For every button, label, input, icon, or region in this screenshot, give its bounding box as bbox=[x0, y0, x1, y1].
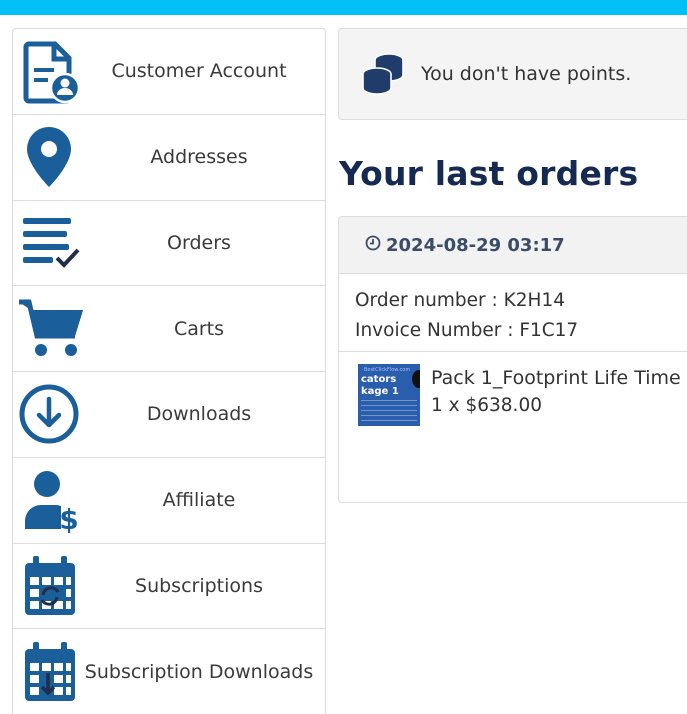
sidebar-item-downloads[interactable]: Downloads bbox=[13, 372, 325, 458]
clock-icon bbox=[365, 235, 381, 255]
sidebar-item-subscription-downloads[interactable]: Subscription Downloads bbox=[13, 629, 325, 714]
map-pin-icon bbox=[19, 124, 85, 190]
account-sidebar: Customer Account Addresses Orders Carts … bbox=[12, 28, 326, 714]
sidebar-item-carts[interactable]: Carts bbox=[13, 286, 325, 372]
thumbnail-text: cators bbox=[361, 374, 397, 385]
order-number: Order number : K2H14 bbox=[355, 290, 566, 311]
product-thumbnail[interactable]: BestClickFlow.com cators kage 1 bbox=[358, 364, 420, 426]
calendar-download-icon bbox=[19, 639, 85, 705]
order-info: Order number : K2H14 Invoice Number : F1… bbox=[339, 274, 687, 352]
product-name[interactable]: Pack 1_Footprint Life Time bbox=[431, 364, 681, 392]
order-item-details: Pack 1_Footprint Life Time 1 x $638.00 bbox=[431, 364, 681, 426]
points-notice: You don't have points. bbox=[338, 28, 687, 120]
product-price: 1 x $638.00 bbox=[431, 395, 542, 416]
thumbnail-text: kage 1 bbox=[361, 386, 399, 397]
affiliate-user-dollar-icon: $ bbox=[19, 467, 85, 533]
coins-icon bbox=[361, 52, 405, 96]
thumbnail-lines bbox=[361, 400, 417, 424]
sidebar-item-subscriptions[interactable]: Subscriptions bbox=[13, 544, 325, 630]
thumbnail-text: BestClickFlow.com bbox=[364, 367, 411, 373]
thumbnail-dot bbox=[412, 370, 420, 388]
order-date: 2024-08-29 03:17 bbox=[386, 234, 565, 256]
sidebar-item-affiliate[interactable]: $ Affiliate bbox=[13, 458, 325, 544]
invoice-number: Invoice Number : F1C17 bbox=[355, 320, 579, 341]
sidebar-item-customer-account[interactable]: Customer Account bbox=[13, 29, 325, 115]
order-card[interactable]: 2024-08-29 03:17 Order number : K2H14 In… bbox=[338, 216, 687, 503]
customer-account-icon bbox=[19, 38, 85, 104]
sidebar-item-addresses[interactable]: Addresses bbox=[13, 115, 325, 201]
top-accent-bar bbox=[0, 0, 687, 15]
page-title: Your last orders bbox=[339, 154, 639, 193]
svg-text:$: $ bbox=[59, 503, 78, 533]
orders-list-icon bbox=[19, 210, 85, 276]
sidebar-item-orders[interactable]: Orders bbox=[13, 201, 325, 287]
cart-icon bbox=[19, 296, 85, 362]
download-circle-icon bbox=[19, 381, 85, 447]
points-message: You don't have points. bbox=[421, 63, 632, 85]
calendar-refresh-icon bbox=[19, 553, 85, 619]
order-header: 2024-08-29 03:17 bbox=[339, 217, 687, 274]
order-item[interactable]: BestClickFlow.com cators kage 1 Pack 1_F… bbox=[339, 352, 687, 426]
